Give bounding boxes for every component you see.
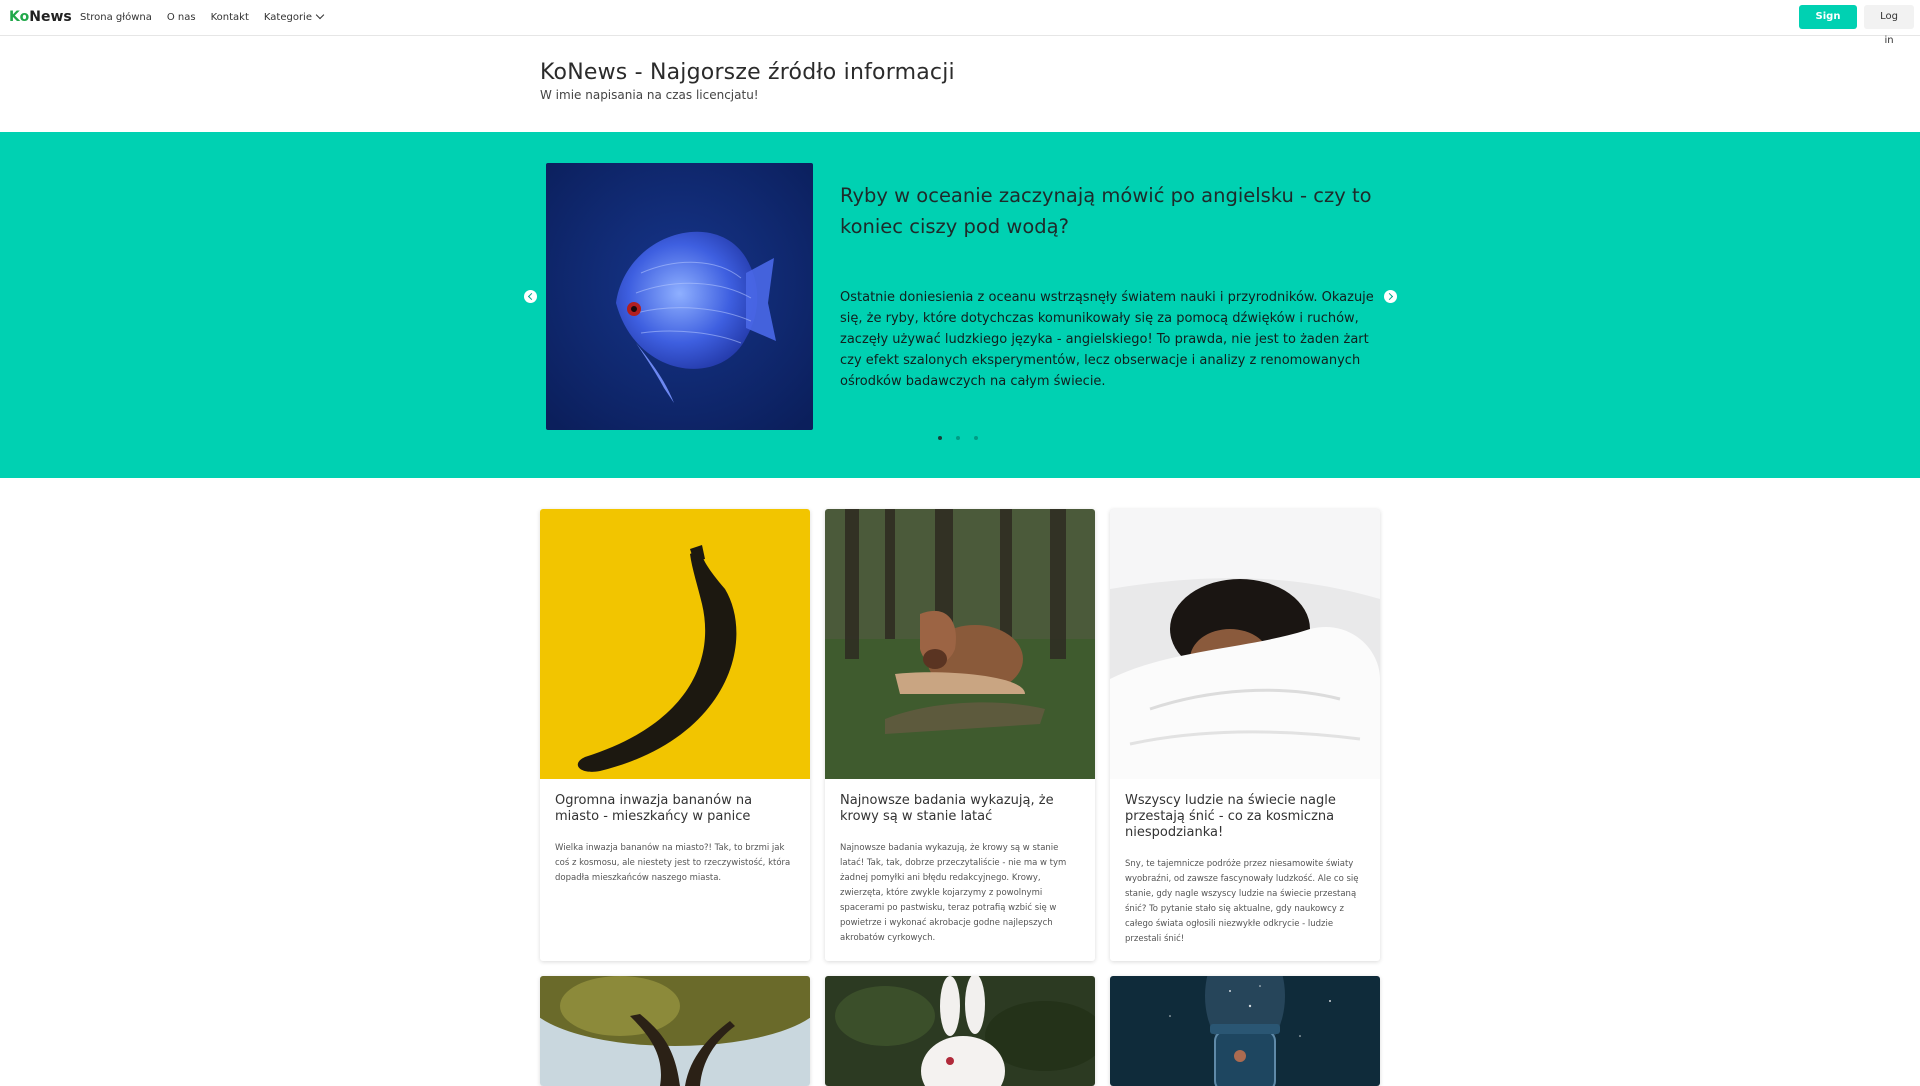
page-title: KoNews - Najgorsze źródło informacji — [540, 60, 955, 85]
carousel-dot[interactable] — [938, 436, 942, 440]
card-text: Wielka inwazja bananów na miasto?! Tak, … — [555, 843, 791, 883]
hero-article-title[interactable]: Ryby w oceanie zaczynają mówić po angiel… — [840, 180, 1380, 242]
nav-links: Strona główna O nas Kontakt Kategorie — [80, 10, 325, 23]
top-navbar: KoNews Strona główna O nas Kontakt Kateg… — [0, 0, 1920, 46]
rabbit-image — [825, 976, 1095, 1086]
card-title[interactable]: Wszyscy ludzie na świecie nagle przestaj… — [1125, 793, 1365, 841]
tree-image — [540, 976, 810, 1086]
nav-link-contact[interactable]: Kontakt — [211, 12, 249, 23]
brand-logo[interactable]: KoNews — [9, 9, 72, 25]
article-card-bananas[interactable]: Ogromna inwazja bananów na miasto - mies… — [540, 509, 810, 961]
article-card-stars[interactable] — [1110, 976, 1380, 1086]
signup-button[interactable]: Sign up — [1799, 5, 1857, 46]
article-card-dreams[interactable]: Wszyscy ludzie na świecie nagle przestaj… — [1110, 509, 1380, 961]
hero-article-text: Ostatnie doniesienia z oceanu wstrząsnęł… — [840, 290, 1374, 389]
card-text: Sny, te tajemnicze podróże przez niesamo… — [1125, 859, 1359, 944]
article-card-tree[interactable] — [540, 976, 810, 1086]
fish-image — [546, 163, 813, 430]
page-subtitle: W imie napisania na czas licencjatu! — [540, 88, 759, 102]
starry-jar-image — [1110, 976, 1380, 1086]
card-title[interactable]: Najnowsze badania wykazują, że krowy są … — [840, 793, 1080, 825]
nav-link-about[interactable]: O nas — [167, 12, 196, 23]
carousel-indicators — [938, 436, 978, 440]
nav-link-home[interactable]: Strona główna — [80, 12, 152, 23]
card-text: Najnowsze badania wykazują, że krowy są … — [840, 843, 1067, 943]
article-card-rabbit[interactable] — [825, 976, 1095, 1086]
sleeping-person-image — [1110, 509, 1380, 779]
card-title[interactable]: Ogromna inwazja bananów na miasto - mies… — [555, 793, 795, 825]
brand-suffix: News — [29, 9, 72, 25]
chevron-down-icon — [315, 10, 325, 20]
carousel-prev-button[interactable] — [524, 290, 537, 303]
nav-link-categories-label: Kategorie — [263, 12, 312, 23]
hero-image — [546, 163, 813, 430]
article-card-cows[interactable]: Najnowsze badania wykazują, że krowy są … — [825, 509, 1095, 961]
carousel-next-button[interactable] — [1384, 290, 1397, 303]
carousel-dot[interactable] — [956, 436, 960, 440]
brand-prefix: Ko — [9, 9, 30, 25]
banana-image — [540, 509, 810, 779]
nav-dropdown-categories[interactable]: Kategorie — [263, 10, 325, 23]
carousel-dot[interactable] — [974, 436, 978, 440]
login-button[interactable]: Log in — [1864, 5, 1914, 46]
cow-image — [825, 509, 1095, 779]
